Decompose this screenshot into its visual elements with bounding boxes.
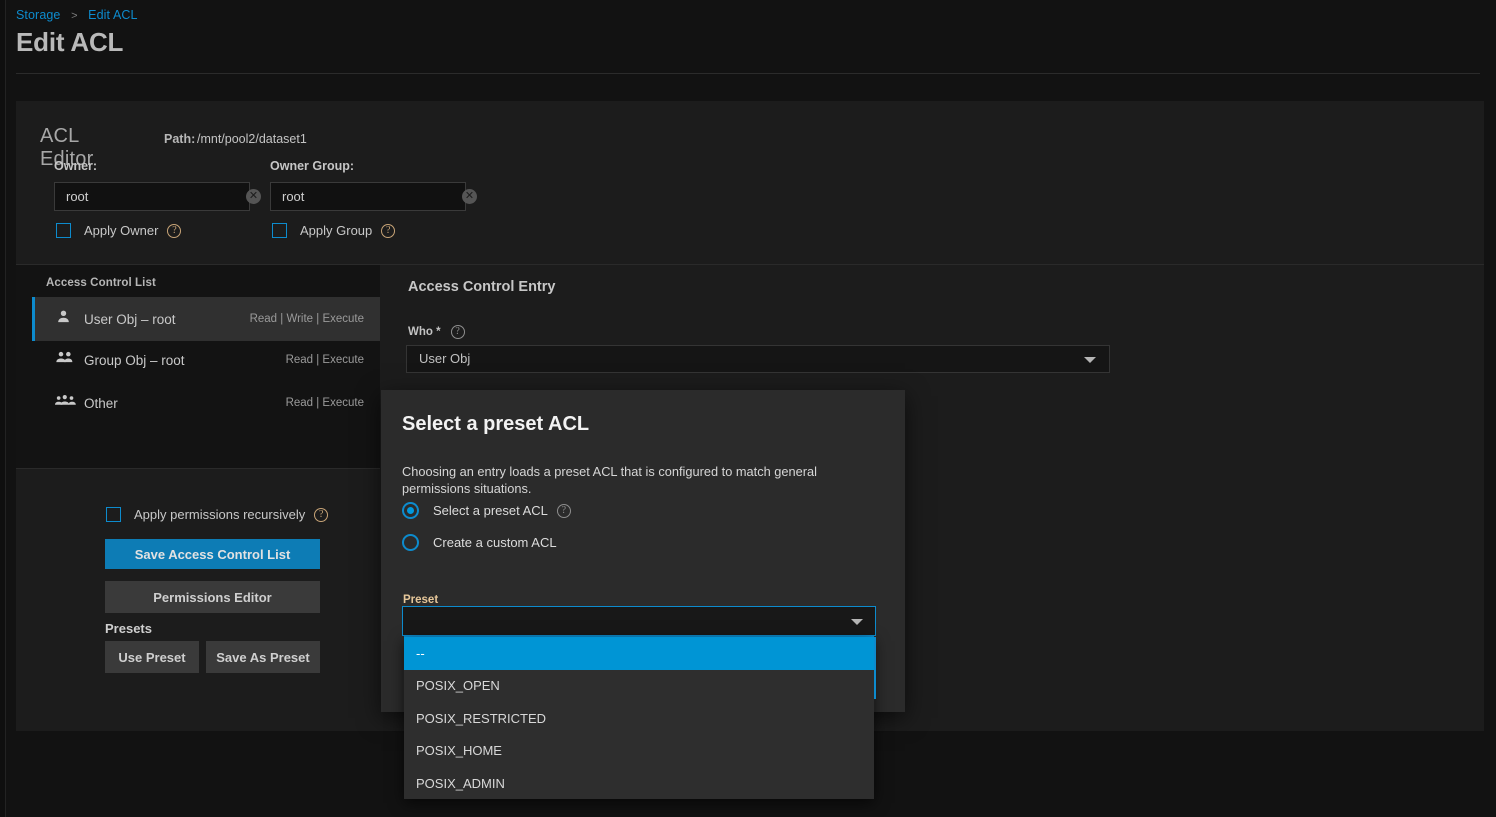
select-preset-help-icon[interactable]: ? xyxy=(557,504,571,518)
who-label: Who * xyxy=(408,326,441,338)
chevron-down-icon xyxy=(851,619,863,625)
access-control-list-pane: Access Control List User Obj – root Read… xyxy=(16,265,380,468)
preset-option[interactable]: POSIX_OPEN xyxy=(404,670,874,703)
single-user-icon xyxy=(55,308,77,330)
radio-select-preset-acl[interactable] xyxy=(402,502,419,519)
owner-input[interactable]: root xyxy=(54,182,250,211)
apply-group-help-icon[interactable]: ? xyxy=(381,224,395,238)
radio-select-preset-label: Select a preset ACL xyxy=(433,503,548,518)
chevron-down-icon xyxy=(1084,357,1096,363)
preset-option[interactable]: -- xyxy=(404,637,874,670)
preset-option[interactable]: POSIX_HOME xyxy=(404,735,874,768)
radio-custom-acl-label: Create a custom ACL xyxy=(433,535,557,550)
save-as-preset-button[interactable]: Save As Preset xyxy=(206,641,320,673)
acl-row-user-obj[interactable]: User Obj – root Read | Write | Execute xyxy=(32,297,380,341)
acl-row-permissions: Read | Execute xyxy=(286,354,364,366)
owner-group-clear-icon[interactable]: ✕ xyxy=(462,189,477,204)
radio-create-custom-acl[interactable] xyxy=(402,534,419,551)
apply-recursively-label: Apply permissions recursively xyxy=(134,507,305,522)
preset-option[interactable]: POSIX_RESTRICTED xyxy=(404,702,874,735)
topbar: Storage > Edit ACL Edit ACL xyxy=(0,0,1496,74)
who-help-icon[interactable]: ? xyxy=(451,325,465,339)
breadcrumb-separator: > xyxy=(71,10,78,22)
access-control-list-heading: Access Control List xyxy=(46,277,156,289)
preset-field-label: Preset xyxy=(403,594,438,606)
path-value: /mnt/pool2/dataset1 xyxy=(197,132,307,146)
acl-row-permissions: Read | Execute xyxy=(286,397,364,409)
acl-row-other[interactable]: Other Read | Execute xyxy=(32,381,380,425)
acl-row-label: User Obj – root xyxy=(84,312,176,327)
apply-recursively-row[interactable]: Apply permissions recursively ? xyxy=(106,507,328,522)
apply-owner-row[interactable]: Apply Owner ? xyxy=(56,223,181,238)
left-rail xyxy=(0,0,6,817)
owner-group-label: Owner Group: xyxy=(270,159,354,173)
access-control-entry-title: Access Control Entry xyxy=(408,279,555,295)
apply-group-row[interactable]: Apply Group ? xyxy=(272,223,395,238)
path-label: Path: xyxy=(164,132,195,146)
apply-owner-checkbox[interactable] xyxy=(56,223,71,238)
apply-owner-help-icon[interactable]: ? xyxy=(167,224,181,238)
apply-recursively-checkbox[interactable] xyxy=(106,507,121,522)
permissions-editor-button[interactable]: Permissions Editor xyxy=(105,581,320,613)
who-select[interactable]: User Obj xyxy=(406,345,1110,373)
who-label-row: Who * ? xyxy=(408,325,465,339)
preset-options-list[interactable]: -- POSIX_OPEN POSIX_RESTRICTED POSIX_HOM… xyxy=(404,637,874,799)
apply-recursively-help-icon[interactable]: ? xyxy=(314,508,328,522)
preset-option[interactable]: POSIX_ADMIN xyxy=(404,767,874,799)
owner-label: Owner: xyxy=(54,159,97,173)
dialog-title: Select a preset ACL xyxy=(402,413,589,436)
three-users-icon xyxy=(55,392,77,414)
radio-row-custom-acl[interactable]: Create a custom ACL xyxy=(402,534,557,551)
apply-group-label: Apply Group xyxy=(300,223,372,238)
acl-row-label: Group Obj – root xyxy=(84,353,185,368)
apply-owner-label: Apply Owner xyxy=(84,223,158,238)
breadcrumb-item-edit-acl[interactable]: Edit ACL xyxy=(88,8,137,22)
acl-row-group-obj[interactable]: Group Obj – root Read | Execute xyxy=(32,338,380,382)
topbar-divider xyxy=(16,73,1480,74)
preset-select[interactable] xyxy=(402,606,876,636)
page-title: Edit ACL xyxy=(16,27,123,58)
acl-row-label: Other xyxy=(84,396,118,411)
use-preset-button[interactable]: Use Preset xyxy=(105,641,199,673)
breadcrumb: Storage > Edit ACL xyxy=(16,8,138,22)
two-users-icon xyxy=(55,349,77,371)
owner-clear-icon[interactable]: ✕ xyxy=(246,189,261,204)
acl-row-permissions: Read | Write | Execute xyxy=(250,313,364,325)
save-access-control-list-button[interactable]: Save Access Control List xyxy=(105,539,320,569)
dialog-description: Choosing an entry loads a preset ACL tha… xyxy=(402,463,888,497)
dropdown-side-accent xyxy=(874,637,876,699)
apply-group-checkbox[interactable] xyxy=(272,223,287,238)
left-pane-divider xyxy=(16,468,380,469)
presets-label: Presets xyxy=(105,621,152,636)
breadcrumb-item-storage[interactable]: Storage xyxy=(16,8,60,22)
who-select-value: User Obj xyxy=(419,351,470,366)
owner-group-input[interactable]: root xyxy=(270,182,466,211)
radio-row-select-preset[interactable]: Select a preset ACL ? xyxy=(402,502,571,519)
